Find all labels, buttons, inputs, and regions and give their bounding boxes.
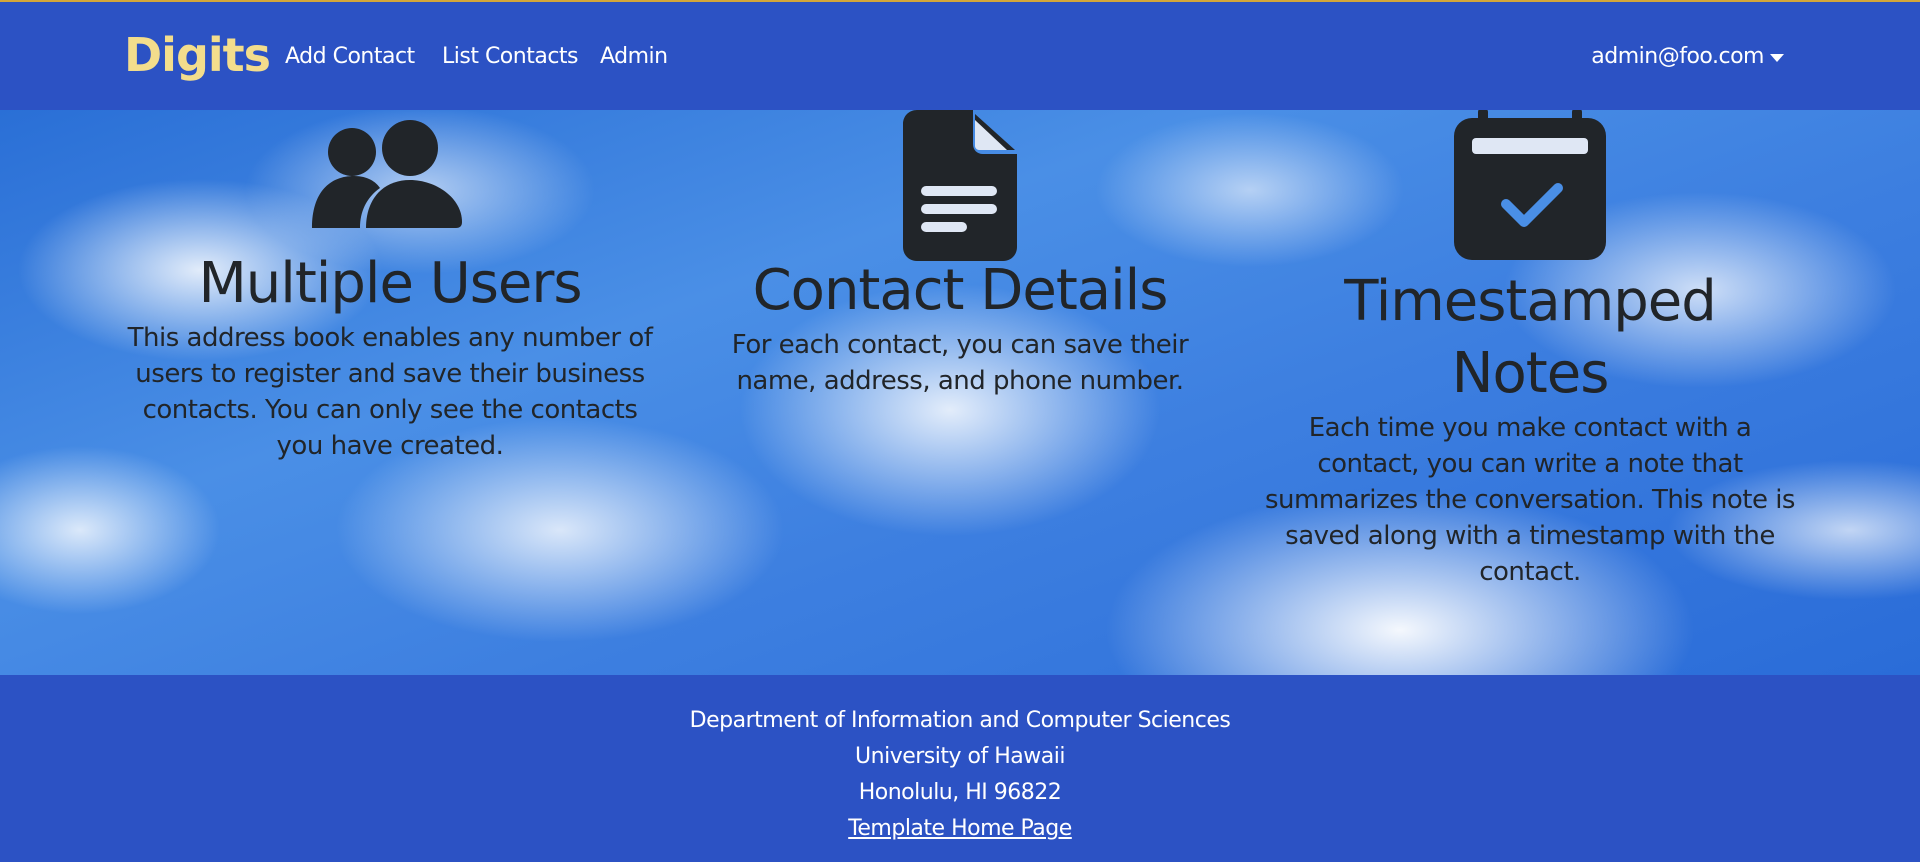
template-home-link[interactable]: Template Home Page (848, 816, 1072, 841)
footer: Department of Information and Computer S… (0, 675, 1920, 862)
users-icon (312, 120, 462, 228)
feature-title: Contact Details (752, 258, 1169, 323)
navbar: Digits Add Contact List Contacts Admin a… (0, 2, 1920, 110)
brand-logo[interactable]: Digits (124, 26, 271, 84)
calendar-check-icon (1454, 110, 1606, 260)
hero-section: Multiple Users This address book enables… (0, 110, 1920, 675)
user-email: admin@foo.com (1591, 44, 1764, 69)
nav-add-contact[interactable]: Add Contact (285, 42, 415, 72)
footer-university: University of Hawaii (855, 744, 1065, 769)
feature-description: For each contact, you can save their nam… (731, 330, 1189, 396)
chevron-down-icon (1770, 54, 1784, 62)
feature-timestamped-notes: Timestamped Notes Each time you make con… (1260, 110, 1800, 590)
feature-description: This address book enables any number of … (127, 323, 653, 461)
footer-address: Honolulu, HI 96822 (858, 780, 1062, 805)
feature-title: Timestamped Notes (1344, 269, 1717, 406)
nav-list-contacts[interactable]: List Contacts (442, 42, 579, 72)
feature-contact-details: Contact Details For each contact, you ca… (700, 110, 1220, 399)
nav-admin[interactable]: Admin (600, 42, 668, 72)
feature-multiple-users: Multiple Users This address book enables… (120, 110, 660, 464)
feature-description: Each time you make contact with a contac… (1265, 413, 1795, 587)
user-dropdown[interactable]: admin@foo.com (1591, 42, 1784, 72)
file-text-icon (903, 110, 1017, 261)
feature-title: Multiple Users (198, 251, 582, 316)
footer-department: Department of Information and Computer S… (689, 708, 1231, 733)
